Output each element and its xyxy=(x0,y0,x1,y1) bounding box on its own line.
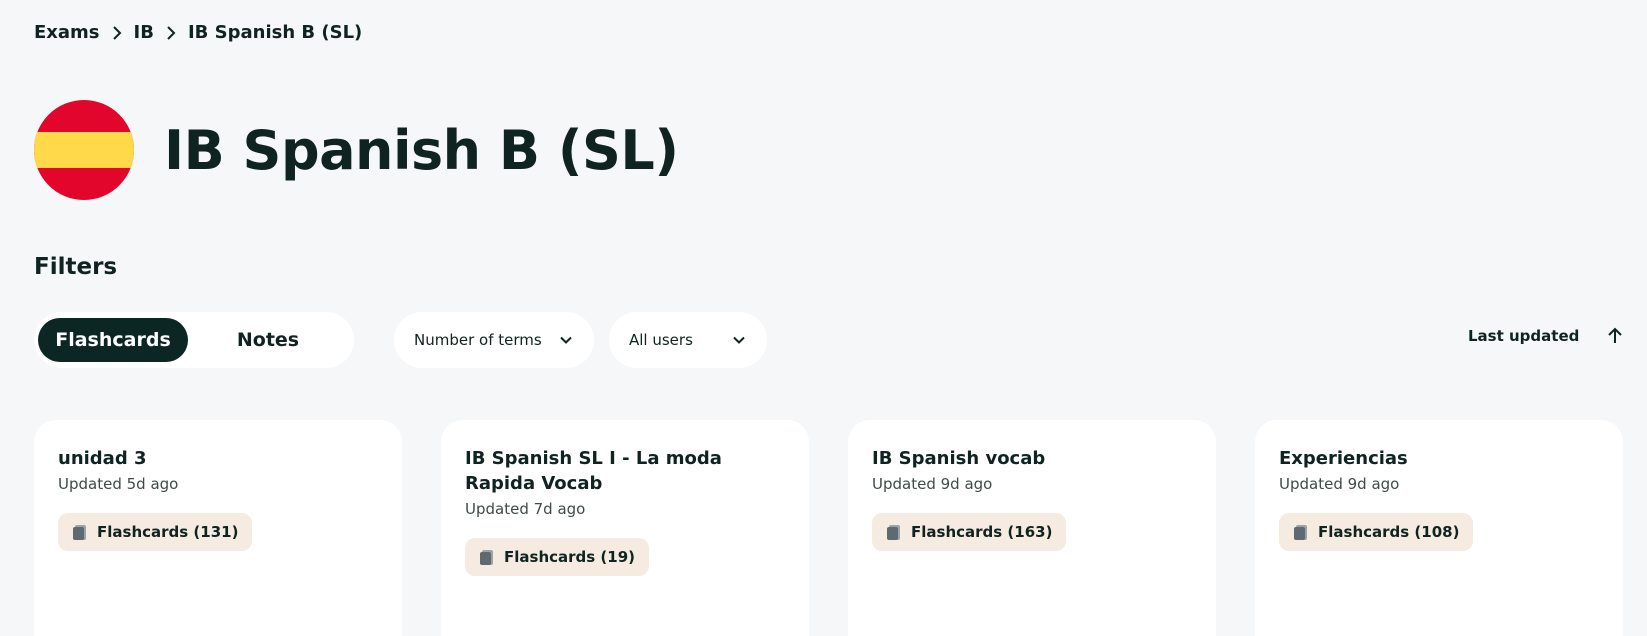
card-updated: Updated 7d ago xyxy=(465,500,586,518)
card-updated: Updated 9d ago xyxy=(872,475,993,493)
flashcards-icon xyxy=(887,524,900,540)
toggle-notes[interactable]: Notes xyxy=(188,318,348,362)
chevron-right-icon xyxy=(112,25,121,40)
badge-label: Flashcards (19) xyxy=(504,548,636,566)
number-of-terms-dropdown[interactable]: Number of terms xyxy=(394,312,594,368)
card-updated: Updated 9d ago xyxy=(1279,475,1400,493)
sort-control[interactable]: Last updated xyxy=(1468,326,1625,346)
spain-flag-icon xyxy=(34,100,134,200)
all-users-label: All users xyxy=(629,331,693,349)
arrow-up-icon[interactable] xyxy=(1605,326,1625,346)
card-title: Experiencias xyxy=(1279,448,1408,469)
study-set-card[interactable]: IB Spanish vocab Updated 9d ago Flashcar… xyxy=(848,420,1216,636)
flashcards-badge: Flashcards (19) xyxy=(465,538,650,576)
card-list: unidad 3 Updated 5d ago Flashcards (131)… xyxy=(34,420,1623,636)
badge-label: Flashcards (163) xyxy=(911,523,1053,541)
card-title: unidad 3 xyxy=(58,448,147,469)
chevron-down-icon xyxy=(560,336,572,344)
study-set-card[interactable]: IB Spanish SL I - La moda Rapida Vocab U… xyxy=(441,420,809,636)
toggle-flashcards[interactable]: Flashcards xyxy=(38,318,188,362)
page-header: IB Spanish B (SL) xyxy=(34,100,679,200)
card-updated: Updated 5d ago xyxy=(58,475,179,493)
card-title: IB Spanish SL I - La moda Rapida Vocab xyxy=(465,448,722,494)
flashcards-badge: Flashcards (108) xyxy=(1279,513,1474,551)
breadcrumb-ib[interactable]: IB xyxy=(134,22,154,43)
flashcards-badge: Flashcards (163) xyxy=(872,513,1067,551)
all-users-dropdown[interactable]: All users xyxy=(609,312,767,368)
flashcards-icon xyxy=(73,524,86,540)
page-title: IB Spanish B (SL) xyxy=(164,118,679,182)
breadcrumb-exams[interactable]: Exams xyxy=(34,22,100,43)
flashcards-badge: Flashcards (131) xyxy=(58,513,253,551)
study-set-card[interactable]: unidad 3 Updated 5d ago Flashcards (131) xyxy=(34,420,402,636)
number-of-terms-label: Number of terms xyxy=(414,331,542,349)
sort-label: Last updated xyxy=(1468,327,1580,345)
study-set-card[interactable]: Experiencias Updated 9d ago Flashcards (… xyxy=(1255,420,1623,636)
breadcrumb: Exams IB IB Spanish B (SL) xyxy=(34,22,362,43)
filters-heading: Filters xyxy=(34,254,118,280)
card-title: IB Spanish vocab xyxy=(872,448,1046,469)
flashcards-icon xyxy=(1294,524,1307,540)
chevron-right-icon xyxy=(167,25,176,40)
flashcards-icon xyxy=(480,549,493,565)
breadcrumb-current[interactable]: IB Spanish B (SL) xyxy=(188,22,362,43)
badge-label: Flashcards (108) xyxy=(1318,523,1460,541)
badge-label: Flashcards (131) xyxy=(97,523,239,541)
content-type-toggle: Flashcards Notes xyxy=(34,312,354,368)
chevron-down-icon xyxy=(733,336,745,344)
